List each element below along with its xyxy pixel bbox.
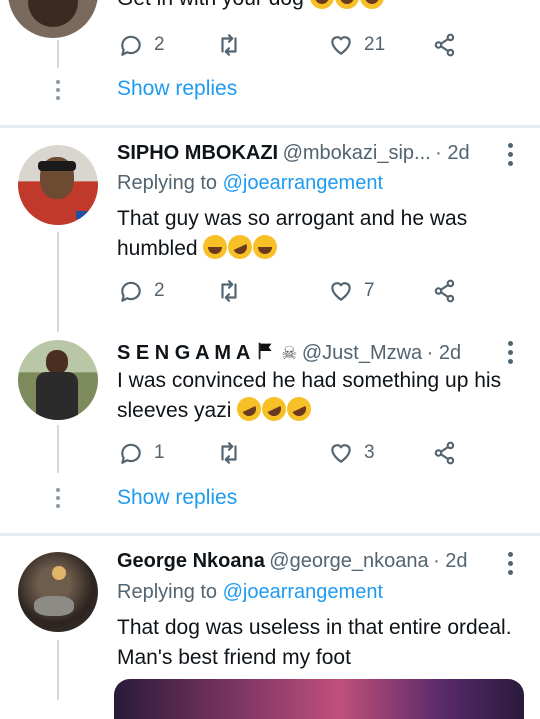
like-icon [331, 36, 351, 55]
tweet-text-sipho: That guy was so arrogant and he was humb… [117, 204, 467, 264]
like-button[interactable]: 7 [328, 278, 375, 304]
thread-dots [56, 488, 60, 512]
replying-to: Replying to @joearrangement [117, 581, 384, 603]
rofl-emoji [283, 393, 316, 425]
thread-dots [56, 80, 60, 104]
like-icon [331, 282, 351, 301]
retweet-icon [221, 442, 237, 464]
media-preview[interactable] [114, 679, 524, 719]
display-name[interactable]: S E N G A M A [117, 342, 250, 364]
share-icon [434, 279, 455, 303]
skull-icon: ☠ [281, 343, 298, 363]
avatar-sipho[interactable] [18, 145, 98, 225]
like-button[interactable]: 21 [328, 32, 385, 58]
share-button[interactable] [432, 32, 458, 58]
like-count: 3 [364, 442, 375, 463]
tweet-text-george: That dog was useless in that entire orde… [117, 616, 512, 669]
reply-count: 2 [154, 280, 165, 301]
avatar-sengama[interactable] [18, 340, 98, 420]
rofl-emoji [233, 393, 266, 425]
show-replies-link[interactable]: Show replies [117, 486, 237, 510]
share-icon [434, 33, 455, 57]
tweet-text-top: Get in with your dog [117, 0, 385, 14]
replying-to-link[interactable]: @joearrangement [223, 581, 383, 603]
reply-button[interactable]: 1 [118, 440, 165, 466]
reply-icon [121, 443, 141, 464]
reply-button[interactable]: 2 [118, 278, 165, 304]
replying-to: Replying to @joearrangement [117, 172, 384, 194]
like-count: 7 [364, 280, 375, 301]
tweet-header-sipho: SIPHO MBOKAZI @mbokazi_sip... · 2d [117, 142, 470, 165]
replying-to-link[interactable]: @joearrangement [223, 172, 383, 194]
laughing-emoji [359, 0, 384, 9]
more-icon[interactable] [508, 552, 514, 579]
divider [0, 125, 540, 128]
username[interactable]: @Just_Mzwa [302, 342, 422, 364]
rofl-emoji [224, 231, 257, 263]
retweet-button[interactable] [216, 440, 242, 466]
laughing-emoji [203, 235, 228, 259]
share-button[interactable] [432, 440, 458, 466]
laughing-emoji [309, 0, 334, 9]
more-icon[interactable] [508, 341, 514, 368]
thread-line [57, 40, 59, 68]
thread-line [57, 425, 59, 473]
like-icon [331, 444, 351, 463]
retweet-button[interactable] [216, 32, 242, 58]
like-count: 21 [364, 34, 386, 55]
thread-line [57, 640, 59, 700]
retweet-icon [221, 280, 237, 302]
retweet-icon [221, 34, 237, 56]
tweet-header-sengama: S E N G A M A ☠ @Just_Mzwa · 2d [117, 340, 461, 365]
thread-line [57, 232, 59, 332]
reply-button[interactable]: 2 [118, 32, 165, 58]
timestamp[interactable]: · 2d [427, 342, 461, 364]
display-name[interactable]: George Nkoana [117, 550, 265, 572]
tweet-header-george: George Nkoana @george_nkoana · 2d [117, 550, 468, 573]
reply-icon [121, 35, 141, 56]
display-name[interactable]: SIPHO MBOKAZI [117, 142, 278, 164]
timestamp[interactable]: · 2d [433, 550, 467, 572]
avatar-top[interactable] [8, 0, 98, 38]
like-button[interactable]: 3 [328, 440, 375, 466]
reply-count: 1 [154, 442, 165, 463]
share-button[interactable] [432, 278, 458, 304]
laughing-emoji [253, 235, 278, 259]
username[interactable]: @george_nkoana [269, 550, 428, 572]
avatar-george[interactable] [18, 552, 98, 632]
flag-icon [258, 342, 272, 360]
username[interactable]: @mbokazi_sip... [283, 142, 431, 164]
share-icon [434, 441, 455, 465]
retweet-button[interactable] [216, 278, 242, 304]
tweet-text-sengama: I was convinced he had something up his … [117, 366, 501, 426]
show-replies-link[interactable]: Show replies [117, 77, 237, 101]
reply-count: 2 [154, 34, 165, 55]
laughing-emoji [334, 0, 359, 9]
divider [0, 533, 540, 536]
rofl-emoji [258, 393, 291, 425]
reply-icon [121, 281, 141, 302]
timestamp[interactable]: · 2d [435, 142, 469, 164]
more-icon[interactable] [508, 143, 514, 170]
